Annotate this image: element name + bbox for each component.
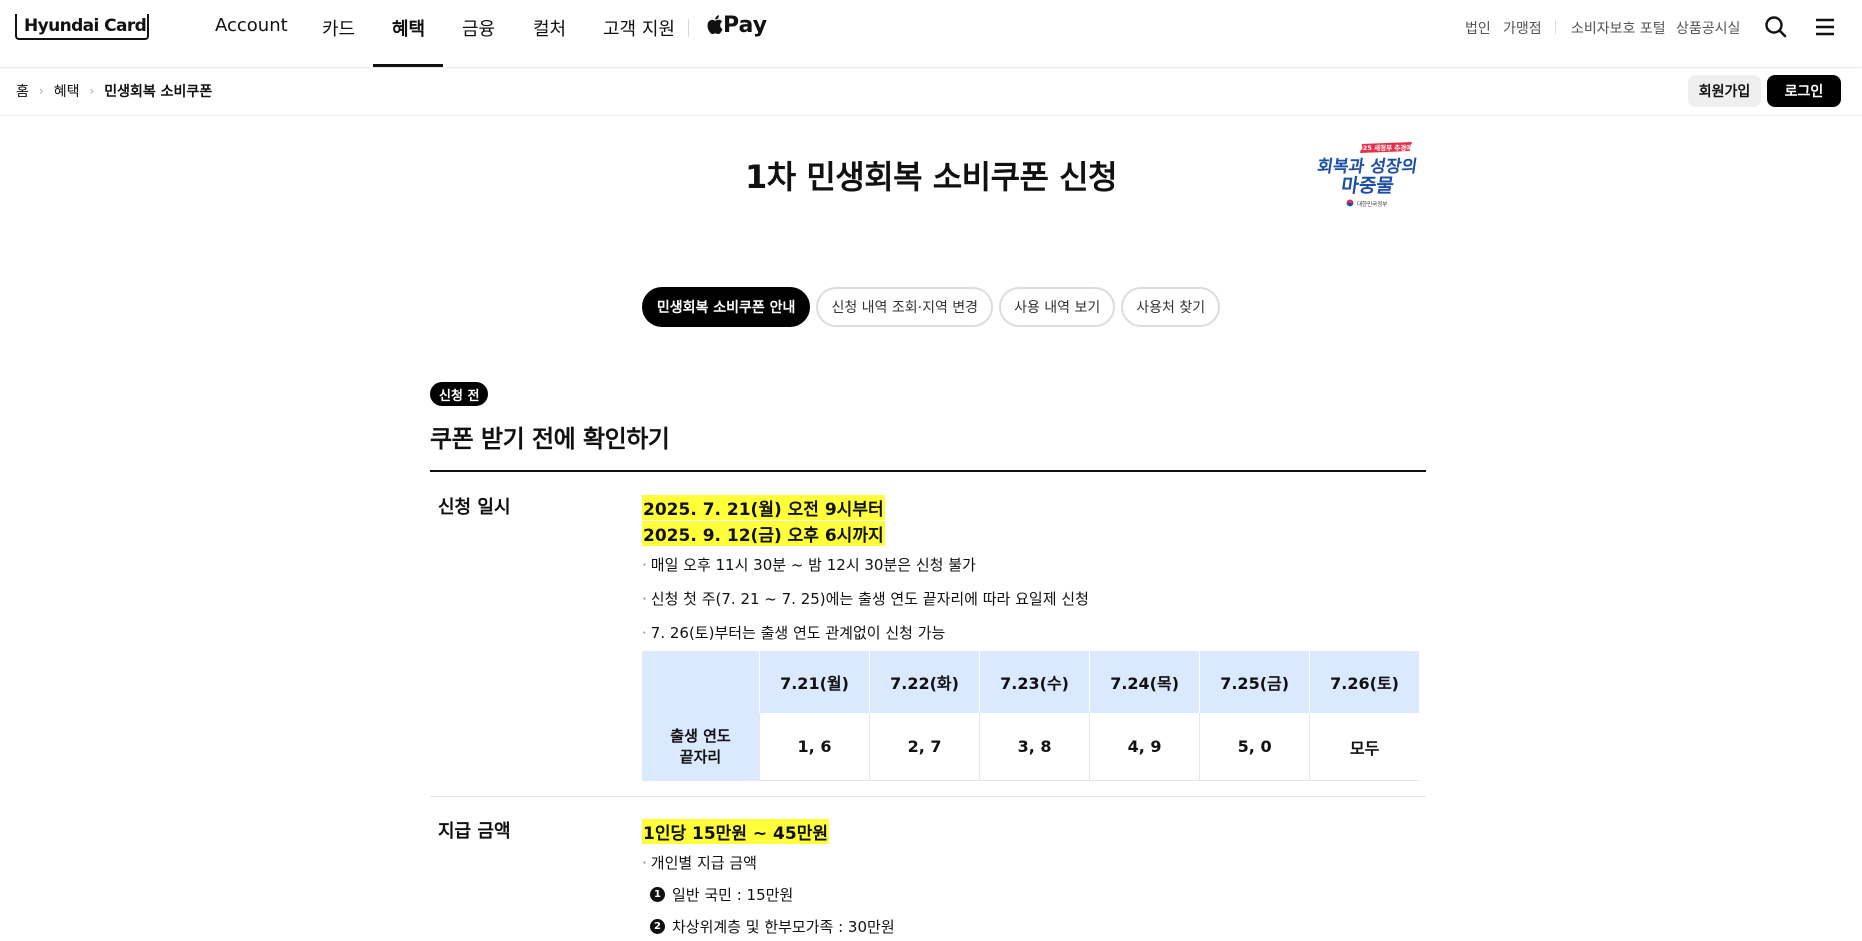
hyundai-card-logo[interactable]: Hyundai Card (15, 14, 149, 40)
nav-card[interactable]: 카드 (322, 15, 355, 41)
nav-culture[interactable]: 컬처 (533, 15, 566, 41)
hamburger-menu-icon[interactable] (1812, 14, 1838, 40)
util-corporate[interactable]: 법인 (1465, 18, 1491, 38)
util-divider (1555, 20, 1556, 34)
table-row: 출생 연도 끝자리 1, 6 2, 7 3, 8 4, 9 5, 0 모두 (642, 713, 1419, 781)
nav-account[interactable]: Account (215, 15, 288, 36)
campaign-emblem: 2025 새정부 추경예산 회복과 성장의 마중물 대한민국정부 (1314, 140, 1420, 212)
period-note: 신청 첫 주(7. 21 ~ 7. 25)에는 출생 연도 끝자리에 따라 요일… (642, 588, 1089, 609)
table-day-header: 7.22(화) (869, 651, 981, 713)
table-cell: 1, 6 (759, 713, 871, 781)
breadcrumb-current: 민생회복 소비쿠폰 (104, 84, 213, 100)
period-end-highlight: 2025. 9. 12(금) 오후 6시까지 (642, 521, 885, 546)
table-header-row: 7.21(월) 7.22(화) 7.23(수) 7.24(목) 7.25(금) … (642, 651, 1419, 713)
table-row-header: 출생 연도 끝자리 (642, 713, 760, 781)
divider (0, 115, 1862, 116)
row-divider (430, 796, 1426, 797)
join-button[interactable]: 회원가입 (1688, 75, 1761, 107)
table-day-header: 7.23(수) (979, 651, 1091, 713)
login-button[interactable]: 로그인 (1767, 75, 1841, 107)
nav-customer-support[interactable]: 고객 지원 (603, 15, 675, 41)
period-start-highlight: 2025. 7. 21(월) 오전 9시부터 (642, 495, 885, 520)
row-header-line2: 끝자리 (679, 747, 722, 766)
period-note: 매일 오후 11시 30분 ~ 밤 12시 30분은 신청 불가 (642, 554, 976, 575)
amount-label: 지급 금액 (438, 821, 511, 842)
table-day-header: 7.24(목) (1089, 651, 1201, 713)
table-cell: 모두 (1309, 713, 1419, 781)
sub-tabs: 민생회복 소비쿠폰 안내 신청 내역 조회·지역 변경 사용 내역 보기 사용처… (0, 287, 1862, 327)
global-header: Hyundai Card Account 카드 혜택 금융 컬처 고객 지원 P… (0, 0, 1862, 68)
page-title: 1차 민생회복 소비쿠폰 신청 (744, 158, 1118, 196)
nav-divider (688, 19, 689, 37)
table-day-header: 7.25(금) (1199, 651, 1311, 713)
period-label: 신청 일시 (438, 497, 511, 518)
row-header-line1: 출생 연도 (670, 726, 731, 745)
table-cell: 4, 9 (1089, 713, 1201, 781)
table-day-header: 7.26(토) (1309, 651, 1419, 713)
period-note: 7. 26(토)부터는 출생 연도 관계없이 신청 가능 (642, 622, 946, 643)
amount-item: 2 차상위계층 및 한부모가족 : 30만원 (650, 916, 895, 937)
amount-note: 개인별 지급 금액 (642, 852, 757, 873)
amount-item-text: 일반 국민 : 15만원 (672, 886, 794, 904)
nav-benefits[interactable]: 혜택 (392, 15, 425, 41)
status-badge: 신청 전 (430, 382, 489, 406)
util-consumer-portal[interactable]: 소비자보호 포털 (1571, 18, 1666, 38)
breadcrumb-home[interactable]: 홈 (16, 81, 29, 101)
search-icon[interactable] (1763, 14, 1789, 40)
chevron-right-icon: › (38, 84, 44, 98)
emblem-line2: 마중물 (1340, 174, 1396, 197)
apple-pay-label: Pay (723, 13, 768, 38)
chevron-right-icon: › (89, 84, 95, 98)
tab-coupon-guide[interactable]: 민생회복 소비쿠폰 안내 (641, 287, 811, 327)
section-divider (430, 470, 1426, 472)
table-cell: 5, 0 (1199, 713, 1311, 781)
logo-text: Hyundai Card (24, 16, 147, 36)
util-merchant[interactable]: 가맹점 (1503, 18, 1542, 38)
amount-item-text: 차상위계층 및 한부모가족 : 30만원 (672, 918, 895, 936)
table-corner-cell (642, 651, 760, 713)
emblem-top-text: 2025 새정부 추경예산 (1354, 143, 1418, 152)
amount-item: 1 일반 국민 : 15만원 (650, 884, 793, 905)
schedule-table: 7.21(월) 7.22(화) 7.23(수) 7.24(목) 7.25(금) … (642, 651, 1419, 781)
emblem-org: 대한민국정부 (1357, 200, 1387, 208)
nav-finance[interactable]: 금융 (462, 15, 495, 41)
amount-highlight: 1인당 15만원 ~ 45만원 (642, 819, 829, 844)
number-badge: 2 (650, 919, 665, 934)
breadcrumb: 홈 › 혜택 › 민생회복 소비쿠폰 (16, 81, 212, 101)
util-product-disclosure[interactable]: 상품공시실 (1676, 18, 1740, 38)
tab-usage-history[interactable]: 사용 내역 보기 (999, 287, 1116, 327)
nav-apple-pay[interactable]: Pay (707, 13, 767, 38)
table-cell: 2, 7 (869, 713, 981, 781)
number-badge: 1 (650, 887, 665, 902)
tab-find-merchants[interactable]: 사용처 찾기 (1121, 287, 1221, 327)
table-day-header: 7.21(월) (759, 651, 871, 713)
table-cell: 3, 8 (979, 713, 1091, 781)
breadcrumb-benefits[interactable]: 혜택 (54, 81, 80, 101)
tab-application-lookup[interactable]: 신청 내역 조회·지역 변경 (816, 287, 994, 327)
section-title: 쿠폰 받기 전에 확인하기 (430, 425, 670, 453)
apple-logo-icon (707, 15, 723, 35)
active-nav-indicator (373, 64, 443, 67)
